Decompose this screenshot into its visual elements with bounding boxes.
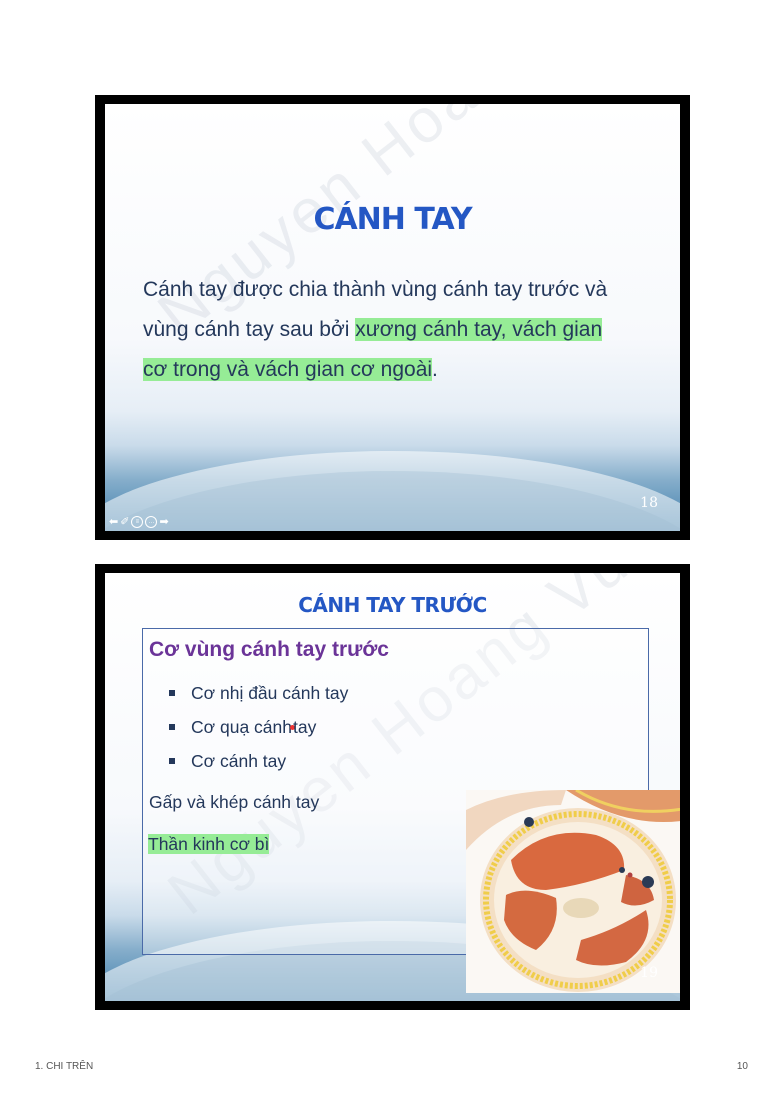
slideshow-nav-bar[interactable]: ⬅ ✐ ≡ … ➡ — [109, 516, 169, 528]
slide-19: Nguyen Hoang Vu CÁNH TAY TRƯỚC Cơ vùng c… — [105, 573, 680, 1001]
slide-title: CÁNH TAY — [313, 202, 472, 237]
menu-icon[interactable]: ≡ — [131, 516, 144, 528]
list-item: Cơ cánh tay — [169, 744, 348, 778]
action-text: Gấp và khép cánh tay — [149, 792, 320, 812]
slide-title: CÁNH TAY TRƯỚC — [298, 593, 487, 617]
slide-18-frame: Nguyen Hoang Vu CÁNH TAY Cánh tay được c… — [95, 95, 690, 540]
arrow-left-icon[interactable]: ⬅ — [109, 516, 118, 528]
pen-icon[interactable]: ✐ — [120, 516, 129, 528]
slide-18: Nguyen Hoang Vu CÁNH TAY Cánh tay được c… — [105, 104, 680, 531]
nerve-text: Thần kinh cơ bì — [148, 834, 270, 854]
list-item: Cơ nhị đầu cánh tay — [169, 676, 348, 710]
list-item: Cơ quạ cánh tay — [169, 710, 348, 744]
footer-page-number: 10 — [736, 1061, 748, 1072]
footer-section-label: 1. CHI TRÊN — [35, 1061, 94, 1072]
slide-body-text: Cánh tay được chia thành vùng cánh tay t… — [143, 278, 608, 381]
slide-19-frame: Nguyen Hoang Vu CÁNH TAY TRƯỚC Cơ vùng c… — [95, 564, 690, 1010]
arrow-right-icon[interactable]: ➡ — [159, 516, 168, 528]
slide-number: 18 — [640, 495, 658, 511]
highlighted-text: cơ trong và vách gian cơ ngoài — [143, 358, 433, 381]
bullet-square-icon — [169, 724, 175, 730]
arm-cross-section-illustration — [466, 790, 680, 993]
section-heading: Cơ vùng cánh tay trước — [149, 638, 389, 661]
options-icon[interactable]: … — [145, 516, 158, 528]
bullet-square-icon — [169, 690, 175, 696]
slide-number: 19 — [640, 965, 658, 981]
muscle-list: Cơ nhị đầu cánh tay Cơ quạ cánh tay Cơ cá… — [169, 676, 348, 778]
highlighted-text: xương cánh tay, vách gian — [355, 318, 603, 341]
bullet-square-icon — [169, 758, 175, 764]
content-box: Cơ vùng cánh tay trước Cơ nhị đầu cánh t… — [142, 628, 680, 993]
arm-cross-section-icon — [466, 790, 680, 992]
